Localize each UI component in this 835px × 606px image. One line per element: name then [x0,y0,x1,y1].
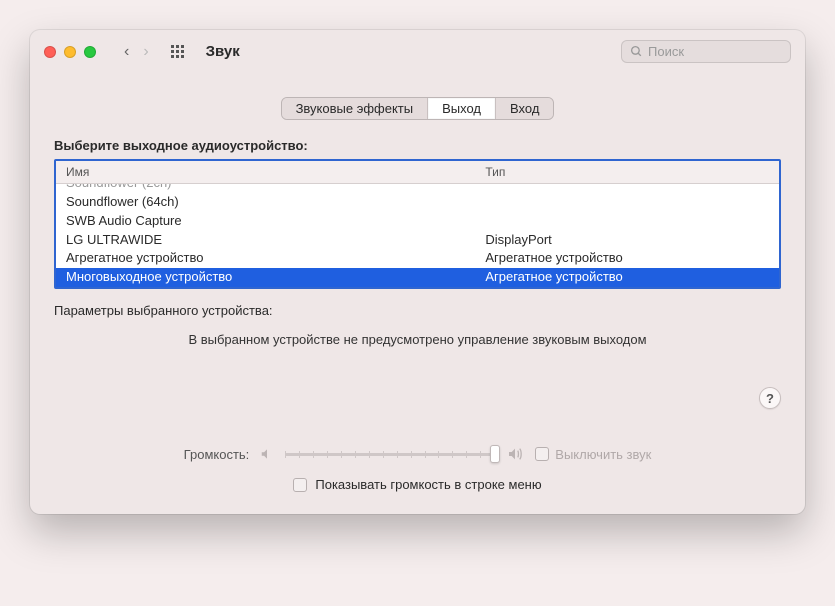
mute-label: Выключить звук [555,447,651,462]
show-in-menubar-label: Показывать громкость в строке меню [315,477,541,492]
device-list[interactable]: Имя Тип Soundflower (2ch)Soundflower (64… [54,159,781,289]
device-type: Агрегатное устройство [475,249,779,268]
volume-row: Громкость: Выключить звук [54,445,781,463]
device-type [475,212,779,231]
search-field[interactable] [621,40,791,63]
params-message: В выбранном устройстве не предусмотрено … [54,332,781,347]
back-button[interactable]: ‹ [124,43,129,61]
device-name: Агрегатное устройство [56,249,475,268]
close-window-button[interactable] [44,46,56,58]
speaker-low-icon [259,447,275,461]
mute-checkbox-row: Выключить звук [535,447,651,462]
nav-arrows: ‹ › [124,43,149,61]
forward-button[interactable]: › [143,43,148,61]
device-row[interactable]: Soundflower (2ch) [56,184,779,193]
menubar-row: Показывать громкость в строке меню [54,477,781,492]
select-output-label: Выберите выходное аудиоустройство: [54,138,781,153]
device-row[interactable]: Агрегатное устройствоАгрегатное устройст… [56,249,779,268]
volume-slider[interactable] [285,445,495,463]
device-name: Soundflower (64ch) [56,193,475,212]
tab-sound-effects[interactable]: Звуковые эффекты [282,98,429,119]
help-button[interactable]: ? [759,387,781,409]
content: Звуковые эффекты Выход Вход Выберите вых… [30,73,805,514]
tab-output[interactable]: Выход [428,98,496,119]
device-row[interactable]: Soundflower (64ch) [56,193,779,212]
device-type [475,184,779,193]
show-all-icon[interactable] [171,45,184,58]
column-name: Имя [56,161,475,183]
minimize-window-button[interactable] [64,46,76,58]
mute-checkbox[interactable] [535,447,549,461]
device-type: DisplayPort [475,231,779,250]
params-label: Параметры выбранного устройства: [54,303,781,318]
device-row[interactable]: LG ULTRAWIDEDisplayPort [56,231,779,250]
titlebar: ‹ › Звук [30,30,805,73]
volume-knob[interactable] [490,445,500,463]
tab-input[interactable]: Вход [496,98,553,119]
volume-label: Громкость: [184,447,250,462]
device-type [475,193,779,212]
preferences-window: ‹ › Звук Звуковые эффекты Выход Вход Выб… [30,30,805,514]
search-icon [630,45,643,58]
device-list-header: Имя Тип [56,161,779,184]
device-name: Многовыходное устройство [56,268,475,287]
device-name: Soundflower (2ch) [56,184,475,193]
device-row[interactable]: SWB Audio Capture [56,212,779,231]
device-row[interactable]: Многовыходное устройствоАгрегатное устро… [56,268,779,287]
tabs: Звуковые эффекты Выход Вход [281,97,555,120]
show-in-menubar-checkbox[interactable] [293,478,307,492]
column-type: Тип [475,161,779,183]
window-controls [44,46,96,58]
device-name: LG ULTRAWIDE [56,231,475,250]
pane-title: Звук [206,43,240,60]
zoom-window-button[interactable] [84,46,96,58]
device-name: SWB Audio Capture [56,212,475,231]
search-input[interactable] [648,44,782,59]
speaker-high-icon [505,446,525,462]
device-type: Агрегатное устройство [475,268,779,287]
